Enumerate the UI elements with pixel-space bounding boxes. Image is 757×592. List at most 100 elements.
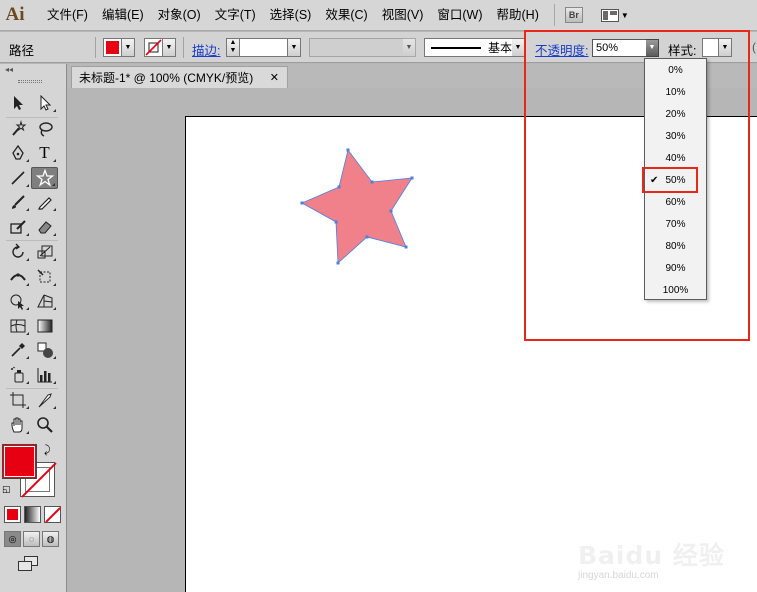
opacity-option[interactable]: 90% [645,257,706,279]
opacity-option[interactable]: 100% [645,279,706,301]
pen-tool-icon[interactable] [4,142,31,164]
screen-mode-icon[interactable] [18,556,40,572]
stroke-none-icon [145,39,162,56]
stroke-color-dropdown[interactable]: ▼ [144,38,176,57]
app-logo: Ai [5,4,25,25]
opacity-option[interactable]: 30% [645,125,706,147]
opacity-option[interactable]: 80% [645,235,706,257]
fill-swatch-large[interactable] [2,444,37,479]
style-label: 样式: [668,44,697,58]
line-segment-tool-icon[interactable] [4,167,31,189]
hand-tool-icon[interactable] [4,414,31,436]
bridge-button[interactable]: Br [564,7,583,23]
panel-collapse-icon[interactable]: ◂◂ [0,66,67,74]
rotate-tool-icon[interactable] [4,241,31,263]
opacity-option-selected[interactable]: ✔ 50% [645,169,706,191]
stroke-weight-input[interactable] [240,38,288,57]
selected-star-shape[interactable] [295,144,420,270]
menu-window[interactable]: 窗口(W) [430,0,489,31]
direct-selection-tool-icon[interactable] [31,92,58,114]
tool-grid: T [4,92,60,438]
divider [95,37,96,58]
opacity-option[interactable]: 40% [645,147,706,169]
document-tab[interactable]: 未标题-1* @ 100% (CMYK/预览) ✕ [71,66,288,88]
free-transform-tool-icon[interactable] [31,266,58,288]
mesh-tool-icon[interactable] [4,315,31,337]
selection-tool-icon[interactable] [4,92,31,114]
draw-behind-icon[interactable]: ◌ [23,531,40,547]
star-tool-icon[interactable] [31,166,58,189]
opacity-option[interactable]: 60% [645,191,706,213]
opacity-option[interactable]: 10% [645,81,706,103]
perspective-grid-tool-icon[interactable] [31,290,58,312]
workspace-switcher[interactable]: ▼ [600,8,629,22]
slice-tool-icon[interactable] [31,389,58,411]
column-graph-tool-icon[interactable] [31,364,58,386]
menu-separator [553,4,555,26]
zoom-tool-icon[interactable] [31,414,58,436]
opacity-option[interactable]: 70% [645,213,706,235]
brush-name: 基本 [488,41,513,55]
opacity-dropdown-list: 0% 10% 20% 30% 40% ✔ 50% 60% 70% 80% 90%… [644,58,707,300]
menu-edit[interactable]: 编辑(E) [95,0,151,31]
close-icon[interactable]: ✕ [270,71,279,84]
swap-fill-stroke-icon[interactable]: ⤸ [44,444,51,457]
color-mode-buttons [4,506,61,523]
spinner-icon[interactable]: ▲ ▼ [226,38,240,57]
brush-definition-dropdown[interactable]: 基本 ▼ [424,38,525,57]
chevron-down-icon: ▼ [719,38,732,57]
eyedropper-tool-icon[interactable] [4,339,31,361]
draw-inside-icon[interactable]: ◍ [42,531,59,547]
fill-stroke-widget: ⤸ ◱ [2,444,60,502]
graphic-style-dropdown[interactable]: ▼ [702,38,732,57]
draw-mode-buttons: ◎ ◌ ◍ [4,531,59,547]
lasso-tool-icon[interactable] [31,118,58,140]
opacity-option[interactable]: 20% [645,103,706,125]
document-title: 未标题-1* @ 100% (CMYK/预览) [79,71,254,85]
chevron-down-icon[interactable]: ▼ [646,39,659,57]
menu-items: 文件(F) 编辑(E) 对象(O) 文字(T) 选择(S) 效果(C) 视图(V… [40,0,546,31]
menu-view[interactable]: 视图(V) [375,0,431,31]
symbol-sprayer-tool-icon[interactable] [4,364,31,386]
color-mode-icon[interactable] [4,506,21,523]
eraser-tool-icon[interactable] [31,216,58,238]
chevron-down-icon: ▼ [620,10,629,20]
opacity-value[interactable]: 50% [596,42,618,54]
menu-select[interactable]: 选择(S) [263,0,319,31]
gradient-mode-icon[interactable] [24,506,41,523]
menu-type[interactable]: 文字(T) [208,0,263,31]
stroke-link[interactable]: 描边: [192,40,220,59]
menu-effect[interactable]: 效果(C) [318,0,374,31]
blend-tool-icon[interactable] [31,339,58,361]
overflow-icon: ( [752,40,756,54]
fill-color-dropdown[interactable]: ▼ [103,38,135,57]
type-tool-icon[interactable]: T [31,142,58,164]
scale-tool-icon[interactable] [31,241,58,263]
chevron-down-icon: ▼ [512,38,525,57]
blob-brush-tool-icon[interactable] [4,216,31,238]
stroke-none-swatch [144,38,163,57]
chevron-down-icon: ▼ [403,38,416,57]
default-fill-stroke-icon[interactable]: ◱ [2,484,11,495]
panel-grip-icon[interactable] [18,80,42,83]
chevron-down-icon[interactable]: ▼ [288,38,301,57]
shape-builder-tool-icon[interactable] [4,290,31,312]
menu-help[interactable]: 帮助(H) [490,0,546,31]
width-tool-icon[interactable] [4,266,31,288]
menu-object[interactable]: 对象(O) [151,0,208,31]
stroke-weight-field[interactable]: ▲ ▼ ▼ [226,38,301,57]
none-mode-icon[interactable] [44,506,61,523]
gradient-tool-icon[interactable] [31,315,58,337]
menu-file[interactable]: 文件(F) [40,0,95,31]
fill-swatch [103,38,122,57]
draw-normal-icon[interactable]: ◎ [4,531,21,547]
divider [183,37,184,58]
pencil-tool-icon[interactable] [31,191,58,213]
chevron-down-icon: ▼ [122,38,135,57]
opacity-option[interactable]: 0% [645,59,706,81]
opacity-link[interactable]: 不透明度: [535,40,588,59]
magic-wand-tool-icon[interactable] [4,118,31,140]
artboard-tool-icon[interactable] [4,389,31,411]
opacity-combo[interactable]: 50% ▼ [592,39,659,57]
paintbrush-tool-icon[interactable] [4,191,31,213]
